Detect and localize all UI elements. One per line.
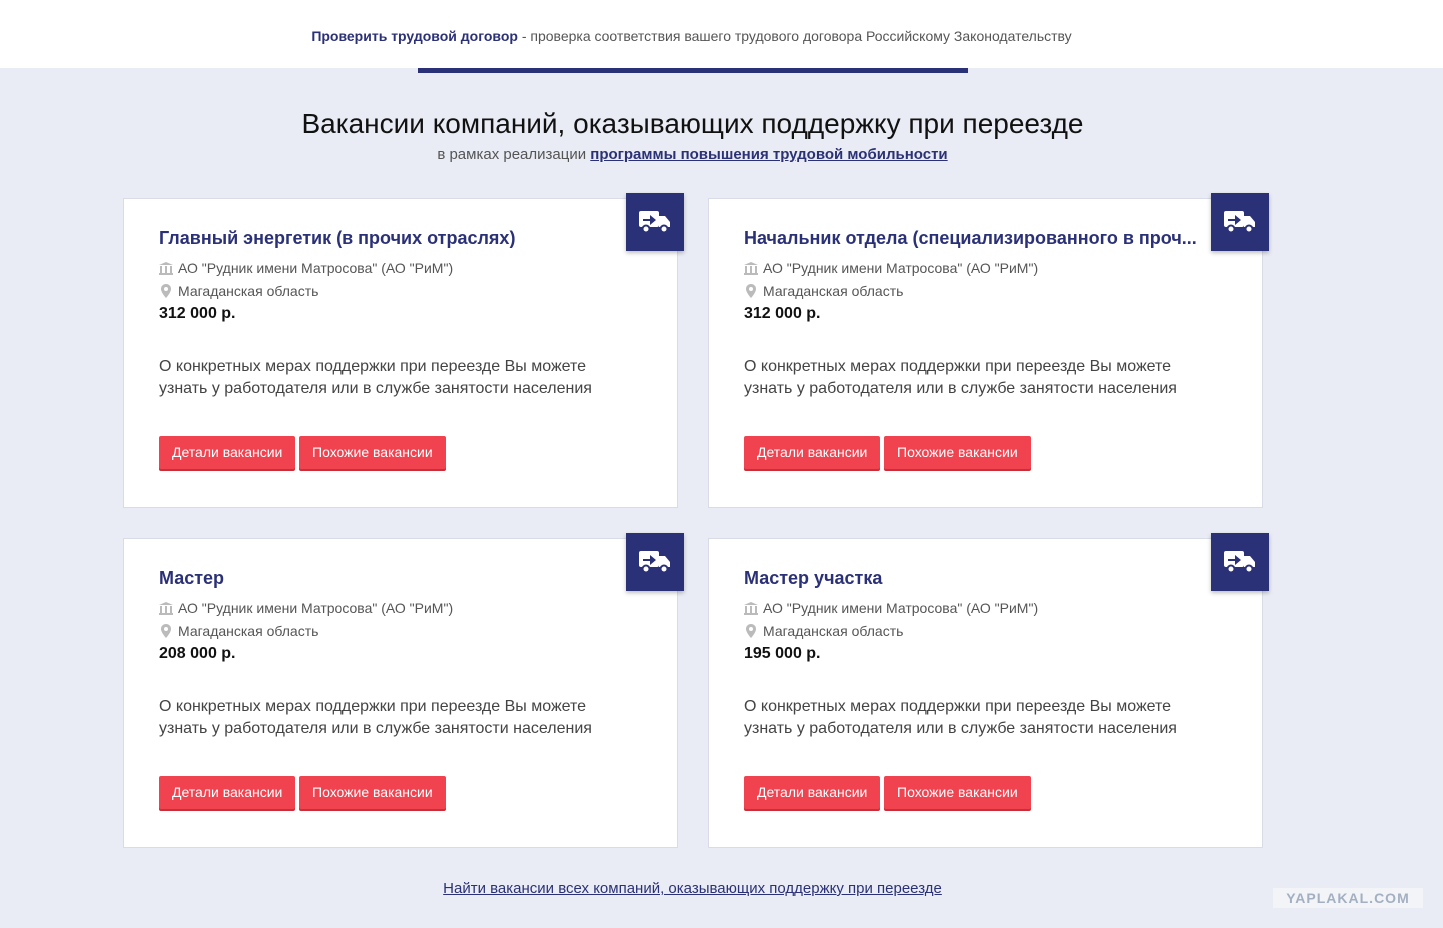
vacancy-title[interactable]: Начальник отдела (специализированного в … [744,228,1204,249]
relocation-truck-badge [626,193,684,251]
vacancy-region: Магаданская область [159,283,318,299]
location-pin-icon [744,284,758,298]
region-name: Магаданская область [763,283,904,299]
vacancy-support-note: О конкретных мерах поддержки при переезд… [159,698,592,737]
vacancy-salary: 312 000 р. [744,305,821,322]
similar-vacancies-button[interactable]: Похожие вакансии [884,776,1031,809]
location-pin-icon [159,284,173,298]
site-watermark: YAPLAKAL.COM [1273,888,1423,908]
vacancy-support-note: О конкретных мерах поддержки при переезд… [744,698,1177,737]
building-icon [744,601,758,615]
vacancy-region: Магаданская область [744,623,903,639]
vacancy-region: Магаданская область [744,283,903,299]
company-name: АО "Рудник имени Матросова" (АО "РиМ") [178,600,454,616]
vacancy-company: АО "Рудник имени Матросова" (АО "РиМ") [744,260,1038,276]
building-icon [159,601,173,615]
top-banner: Проверить трудовой договор - проверка со… [0,0,1443,68]
relocation-truck-badge [1211,193,1269,251]
vacancy-title[interactable]: Мастер участка [744,568,1204,589]
region-name: Магаданская область [178,283,319,299]
relocation-truck-badge [626,533,684,591]
top-banner-text: Проверить трудовой договор - проверка со… [0,28,1383,44]
relocation-truck-icon [639,551,670,574]
vacancy-details-button[interactable]: Детали вакансии [159,436,296,469]
company-name: АО "Рудник имени Матросова" (АО "РиМ") [763,600,1039,616]
page-title: Вакансии компаний, оказывающих поддержку… [301,108,1084,139]
vacancy-support-note: О конкретных мерах поддержки при переезд… [744,358,1177,397]
top-banner-description: - проверка соответствия вашего трудового… [517,28,1072,44]
building-icon [744,261,758,275]
vacancy-company: АО "Рудник имени Матросова" (АО "РиМ") [159,600,453,616]
vacancy-region: Магаданская область [159,623,318,639]
region-name: Магаданская область [178,623,319,639]
vacancy-card: Мастер АО "Рудник имени Матросова" (АО "… [123,533,684,848]
location-pin-icon [744,624,758,638]
mobility-program-link[interactable]: программы повышения трудовой мобильности [590,146,947,163]
vacancy-card: Главный энергетик (в прочих отраслях) АО… [123,193,684,508]
vacancy-support-note: О конкретных мерах поддержки при переезд… [159,358,592,397]
vacancy-title[interactable]: Главный энергетик (в прочих отраслях) [159,228,619,249]
location-pin-icon [159,624,173,638]
vacancy-card: Мастер участка АО "Рудник имени Матросов… [708,533,1269,848]
vacancy-title[interactable]: Мастер [159,568,619,589]
vacancy-salary: 312 000 р. [159,305,236,322]
relocation-truck-badge [1211,533,1269,591]
relocation-truck-icon [1224,551,1255,574]
page-subtitle: в рамках реализации программы повышения … [0,146,1385,163]
vacancy-salary: 195 000 р. [744,645,821,662]
vacancy-details-button[interactable]: Детали вакансии [744,436,881,469]
company-name: АО "Рудник имени Матросова" (АО "РиМ") [178,260,454,276]
relocation-truck-icon [639,211,670,234]
vacancy-details-button[interactable]: Детали вакансии [744,776,881,809]
building-icon [159,261,173,275]
vacancy-company: АО "Рудник имени Матросова" (АО "РиМ") [744,600,1038,616]
all-relocation-vacancies-link[interactable]: Найти вакансии всех компаний, оказывающи… [0,880,1385,897]
company-name: АО "Рудник имени Матросова" (АО "РиМ") [763,260,1039,276]
vacancy-details-button[interactable]: Детали вакансии [159,776,296,809]
top-accent-bar [418,68,968,73]
similar-vacancies-button[interactable]: Похожие вакансии [299,436,446,469]
region-name: Магаданская область [763,623,904,639]
vacancy-card: Начальник отдела (специализированного в … [708,193,1269,508]
similar-vacancies-button[interactable]: Похожие вакансии [884,436,1031,469]
subtitle-prefix: в рамках реализации [437,146,591,163]
similar-vacancies-button[interactable]: Похожие вакансии [299,776,446,809]
vacancy-company: АО "Рудник имени Матросова" (АО "РиМ") [159,260,453,276]
vacancy-salary: 208 000 р. [159,645,236,662]
check-contract-link[interactable]: Проверить трудовой договор [311,28,518,44]
relocation-truck-icon [1224,211,1255,234]
